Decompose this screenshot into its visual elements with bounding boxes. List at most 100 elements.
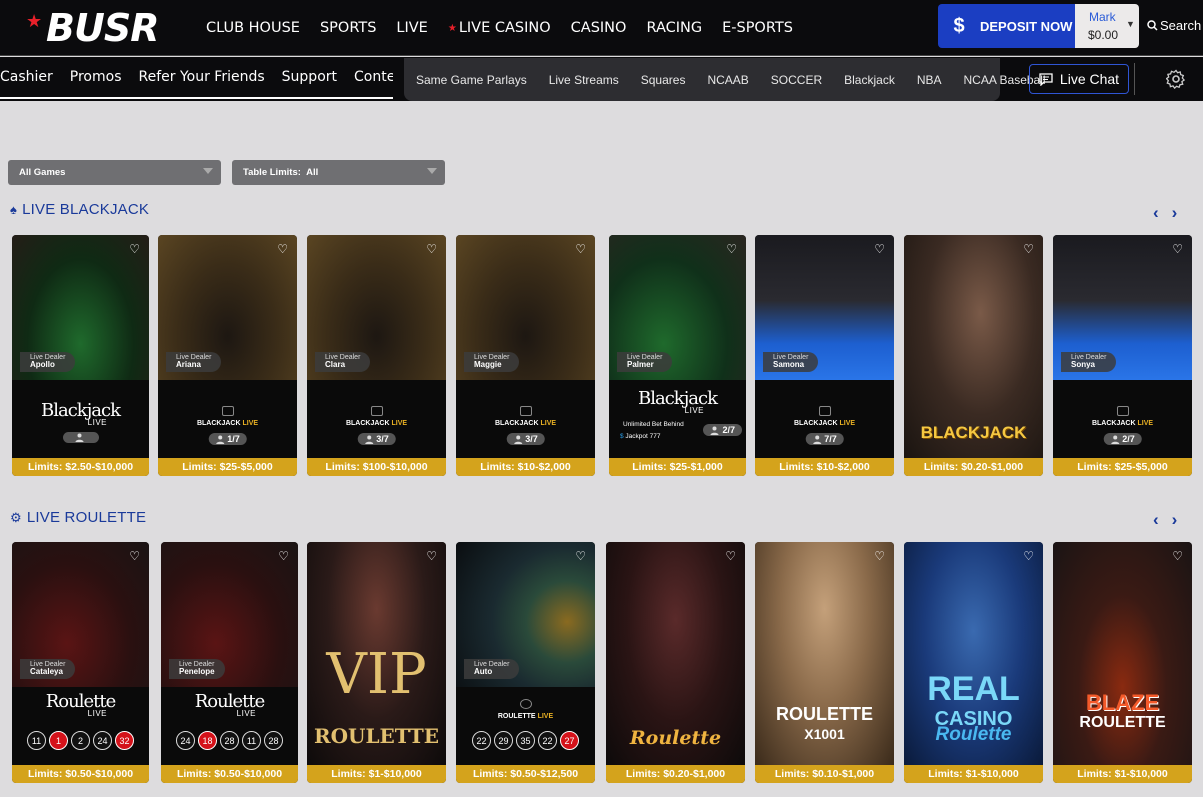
game-card[interactable]: ♡ VIP ROULETTE Limits: $1-$10,000: [307, 542, 446, 783]
game-logo: ROULETTE LIVE: [456, 699, 595, 720]
heart-icon[interactable]: ♡: [1172, 242, 1183, 256]
game-info: BLACKJACK LIVE 3/7: [456, 380, 595, 458]
game-logo: ROULETTE: [776, 704, 873, 724]
game-card[interactable]: ♡ ROULETTE X1001 Limits: $0.10-$1,000: [755, 542, 894, 783]
roulette-carousel-arrows: ‹ ›: [1153, 510, 1190, 530]
dealer-badge: Live Dealer Clara: [315, 352, 371, 372]
quick-link-squares[interactable]: Squares: [641, 73, 686, 87]
game-logo: Roulette LIVE: [45, 691, 117, 718]
heart-icon[interactable]: ♡: [1023, 549, 1034, 563]
heart-icon[interactable]: ♡: [426, 549, 437, 563]
game-logo: BLACKJACK LIVE: [456, 406, 595, 427]
nav-cashier[interactable]: Cashier: [0, 69, 53, 85]
table-limits: Limits: $1-$10,000: [307, 765, 446, 783]
heart-icon[interactable]: ♡: [1172, 549, 1183, 563]
chevron-right-icon[interactable]: ›: [1172, 510, 1178, 530]
heart-icon[interactable]: ♡: [129, 242, 140, 256]
heart-icon[interactable]: ♡: [725, 549, 736, 563]
games-filter-select[interactable]: All Games: [8, 160, 221, 185]
nav-casino[interactable]: CASINO: [561, 20, 637, 36]
game-card[interactable]: ♡ BLAZE ROULETTE Limits: $1-$10,000: [1053, 542, 1192, 783]
heart-icon[interactable]: ♡: [278, 549, 289, 563]
busr-logo[interactable]: ★ BUSR: [26, 6, 159, 50]
game-card[interactable]: ♡ Roulette Limits: $0.20-$1,000: [606, 542, 745, 783]
game-card[interactable]: ♡ Live Dealer Clara BLACKJACK LIVE 3/7 Li…: [307, 235, 446, 476]
table-limits-select[interactable]: Table Limits: All: [232, 160, 445, 185]
dealer-badge: Live Dealer Auto: [464, 659, 520, 679]
seat-count: 7/7: [805, 433, 844, 445]
result-number: 1: [49, 731, 68, 750]
seat-count: 3/7: [506, 433, 545, 445]
nav-sports[interactable]: SPORTS: [310, 20, 386, 36]
game-card[interactable]: ♡ Live Dealer Sonya BLACKJACK LIVE 2/7 Li…: [1053, 235, 1192, 476]
chevron-down-icon: [427, 168, 437, 174]
heart-icon[interactable]: ♡: [874, 549, 885, 563]
nav-contests[interactable]: Contests: [354, 69, 393, 85]
result-number: 11: [242, 731, 261, 750]
game-card[interactable]: ♡ REAL CASINO Roulette Limits: $1-$10,00…: [904, 542, 1043, 783]
heart-icon[interactable]: ♡: [874, 242, 885, 256]
recent-results: 11 1 2 24 32: [12, 731, 149, 750]
deposit-now-button[interactable]: $ DEPOSIT NOW: [938, 4, 1075, 48]
game-logo: BLACKJACK LIVE: [1053, 406, 1192, 427]
nav-support[interactable]: Support: [282, 69, 337, 85]
game-card[interactable]: ♡ Live Dealer Cataleya Roulette LIVE 11 1 …: [12, 542, 149, 783]
table-limits: Limits: $25-$5,000: [158, 458, 297, 476]
game-logo: BLACKJACK: [920, 423, 1027, 442]
game-card[interactable]: ♡ Live Dealer Maggie BLACKJACK LIVE 3/7 L…: [456, 235, 595, 476]
quick-link-soccer[interactable]: SOCCER: [771, 73, 822, 87]
dealer-badge: Live Dealer Apollo: [20, 352, 76, 372]
table-limits: Limits: $25-$5,000: [1053, 458, 1192, 476]
nav-club-house[interactable]: CLUB HOUSE: [196, 20, 310, 36]
game-logo: Blackjack LIVE: [637, 388, 718, 415]
heart-icon[interactable]: ♡: [726, 242, 737, 256]
result-number: 24: [176, 731, 195, 750]
nav-promos[interactable]: Promos: [70, 69, 122, 85]
game-logo: BLACKJACK LIVE: [755, 406, 894, 427]
game-card[interactable]: ♡ Live Dealer Auto ROULETTE LIVE 22 29 35…: [456, 542, 595, 783]
heart-icon[interactable]: ♡: [426, 242, 437, 256]
game-logo-sub: Roulette: [935, 724, 1012, 745]
quick-link-nba[interactable]: NBA: [917, 73, 942, 87]
game-card[interactable]: ♡ Live Dealer Samona BLACKJACK LIVE 7/7 L…: [755, 235, 894, 476]
nav-racing[interactable]: RACING: [636, 20, 712, 36]
settings-button[interactable]: [1165, 69, 1186, 94]
nav-refer-friends[interactable]: Refer Your Friends: [139, 69, 265, 85]
top-bar: ★ BUSR CLUB HOUSE SPORTS LIVE ★ LIVE CASI…: [0, 0, 1203, 56]
section-title-roulette: ⚙ LIVE ROULETTE: [10, 509, 147, 526]
nav-e-sports[interactable]: E-SPORTS: [712, 20, 803, 36]
quick-link-live-streams[interactable]: Live Streams: [549, 73, 619, 87]
seat-count: 2/7: [1103, 433, 1142, 445]
chevron-left-icon[interactable]: ‹: [1153, 510, 1159, 530]
quick-link-ncaab[interactable]: NCAAB: [707, 73, 748, 87]
heart-icon[interactable]: ♡: [277, 242, 288, 256]
table-limits: Limits: $100-$10,000: [307, 458, 446, 476]
game-card[interactable]: ♡ BLACKJACK Limits: $0.20-$1,000: [904, 235, 1043, 476]
heart-icon[interactable]: ♡: [575, 549, 586, 563]
seat-count: 3/7: [357, 433, 396, 445]
account-dropdown[interactable]: Mark $0.00 ▼: [1075, 4, 1139, 48]
quick-link-blackjack[interactable]: Blackjack: [844, 73, 895, 87]
result-number: 29: [494, 731, 513, 750]
game-card[interactable]: ♡ Live Dealer Apollo Blackjack LIVE Limits…: [12, 235, 149, 476]
search-icon: [1147, 20, 1158, 31]
nav-live-casino[interactable]: ★ LIVE CASINO: [438, 20, 561, 36]
seat-count: 1/7: [208, 433, 247, 445]
chevron-right-icon[interactable]: ›: [1172, 203, 1178, 223]
nav-live[interactable]: LIVE: [386, 20, 437, 36]
dealer-badge: Live Dealer Ariana: [166, 352, 222, 372]
table-limits: Limits: $0.50-$10,000: [161, 765, 298, 783]
quick-link-same-game-parlays[interactable]: Same Game Parlays: [416, 73, 527, 87]
user-icon: [75, 433, 83, 442]
heart-icon[interactable]: ♡: [575, 242, 586, 256]
heart-icon[interactable]: ♡: [1023, 242, 1034, 256]
game-card[interactable]: ♡ Live Dealer Ariana BLACKJACK LIVE 1/7 L…: [158, 235, 297, 476]
result-number: 18: [198, 731, 217, 750]
heart-icon[interactable]: ♡: [129, 549, 140, 563]
search-button[interactable]: Search: [1147, 18, 1201, 33]
chevron-left-icon[interactable]: ‹: [1153, 203, 1159, 223]
game-card[interactable]: ♡ Live Dealer Penelope Roulette LIVE 24 18…: [161, 542, 298, 783]
live-chat-button[interactable]: Live Chat: [1029, 64, 1129, 94]
table-limits: Limits: $10-$2,000: [755, 458, 894, 476]
game-card[interactable]: ♡ Live Dealer Palmer Blackjack LIVE Unlimi…: [609, 235, 746, 476]
